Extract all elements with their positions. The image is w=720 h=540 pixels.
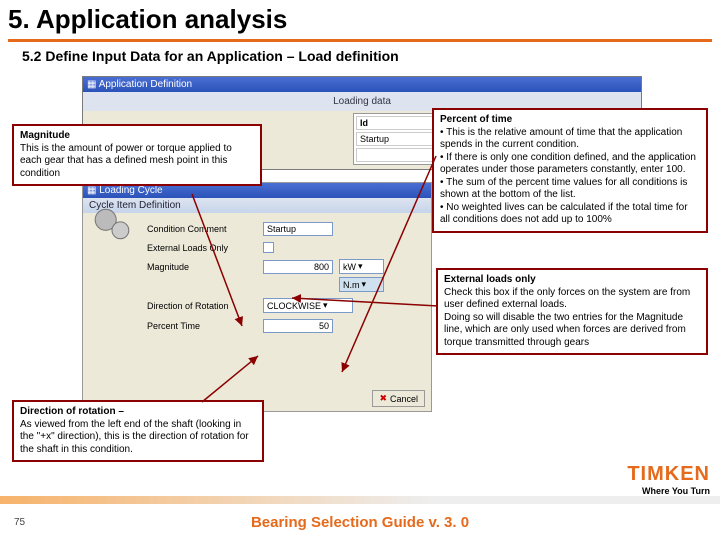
brand-logo: TIMKEN <box>627 463 710 486</box>
app-icon: ▦ <box>87 79 96 90</box>
callout-direction: Direction of rotation – As viewed from t… <box>12 400 264 462</box>
callout-body: This is the relative amount of time that… <box>440 127 682 151</box>
callout-body: As viewed from the left end of the shaft… <box>20 419 249 455</box>
callout-body: No weighted lives can be calculated if t… <box>440 202 688 226</box>
chevron-down-icon: ▾ <box>323 300 328 311</box>
window-title: ▦ Application Definition <box>83 77 641 92</box>
percent-time-label: Percent Time <box>147 321 257 331</box>
brand-tagline: Where You Turn <box>627 486 710 496</box>
divider <box>8 39 712 42</box>
callout-percent-time: Percent of time • This is the relative a… <box>432 108 708 233</box>
brand: TIMKEN Where You Turn <box>627 463 710 496</box>
condition-input[interactable]: Startup <box>263 222 333 236</box>
col-id: Id <box>356 116 433 130</box>
close-icon: ✖ <box>379 393 387 404</box>
callout-body: Doing so will disable the two entries fo… <box>444 312 686 348</box>
callout-body: This is the amount of power or torque ap… <box>20 143 232 179</box>
page-number: 75 <box>14 517 25 528</box>
footer-title: Bearing Selection Guide v. 3. 0 <box>251 514 469 531</box>
percent-time-input[interactable]: 50 <box>263 319 333 333</box>
cycle-panel-header: Cycle Item Definition <box>83 198 431 213</box>
magnitude-unit-dropdown[interactable]: kW▾ <box>339 259 384 274</box>
callout-title: Percent of time <box>440 114 512 125</box>
chevron-down-icon: ▾ <box>358 261 363 272</box>
callout-title: Magnitude <box>20 130 70 141</box>
callout-body: The sum of the percent time values for a… <box>440 177 687 201</box>
callout-body: Check this box if the only forces on the… <box>444 287 690 311</box>
ext-loads-label: External Loads Only <box>147 243 257 253</box>
magnitude-unit2-dropdown[interactable]: N.m▾ <box>339 277 384 292</box>
direction-label: Direction of Rotation <box>147 301 257 311</box>
window-title-text: Application Definition <box>99 79 192 90</box>
chevron-down-icon: ▾ <box>362 279 367 290</box>
magnitude-label: Magnitude <box>147 262 257 272</box>
ext-loads-checkbox[interactable] <box>263 242 274 253</box>
gears-icon <box>89 203 135 245</box>
page-title: 5. Application analysis <box>8 4 712 35</box>
callout-title: Direction of rotation – <box>20 406 124 417</box>
callout-external-loads: External loads only Check this box if th… <box>436 268 708 355</box>
condition-label: Condition Comment <box>147 224 257 234</box>
subtitle: 5.2 Define Input Data for an Application… <box>8 48 712 64</box>
magnitude-input[interactable]: 800 <box>263 260 333 274</box>
callout-title: External loads only <box>444 274 536 285</box>
footer: 75 Bearing Selection Guide v. 3. 0 <box>0 496 720 540</box>
loading-cycle-window: ▦ Loading Cycle Cycle Item Definition Co… <box>82 182 432 412</box>
cycle-icon: ▦ <box>87 185 96 196</box>
callout-magnitude: Magnitude This is the amount of power or… <box>12 124 262 186</box>
cancel-button[interactable]: ✖Cancel <box>372 390 425 407</box>
cycle-title-text: Loading Cycle <box>99 185 162 196</box>
callout-body: If there is only one condition defined, … <box>440 152 696 176</box>
direction-dropdown[interactable]: CLOCKWISE▾ <box>263 298 353 313</box>
